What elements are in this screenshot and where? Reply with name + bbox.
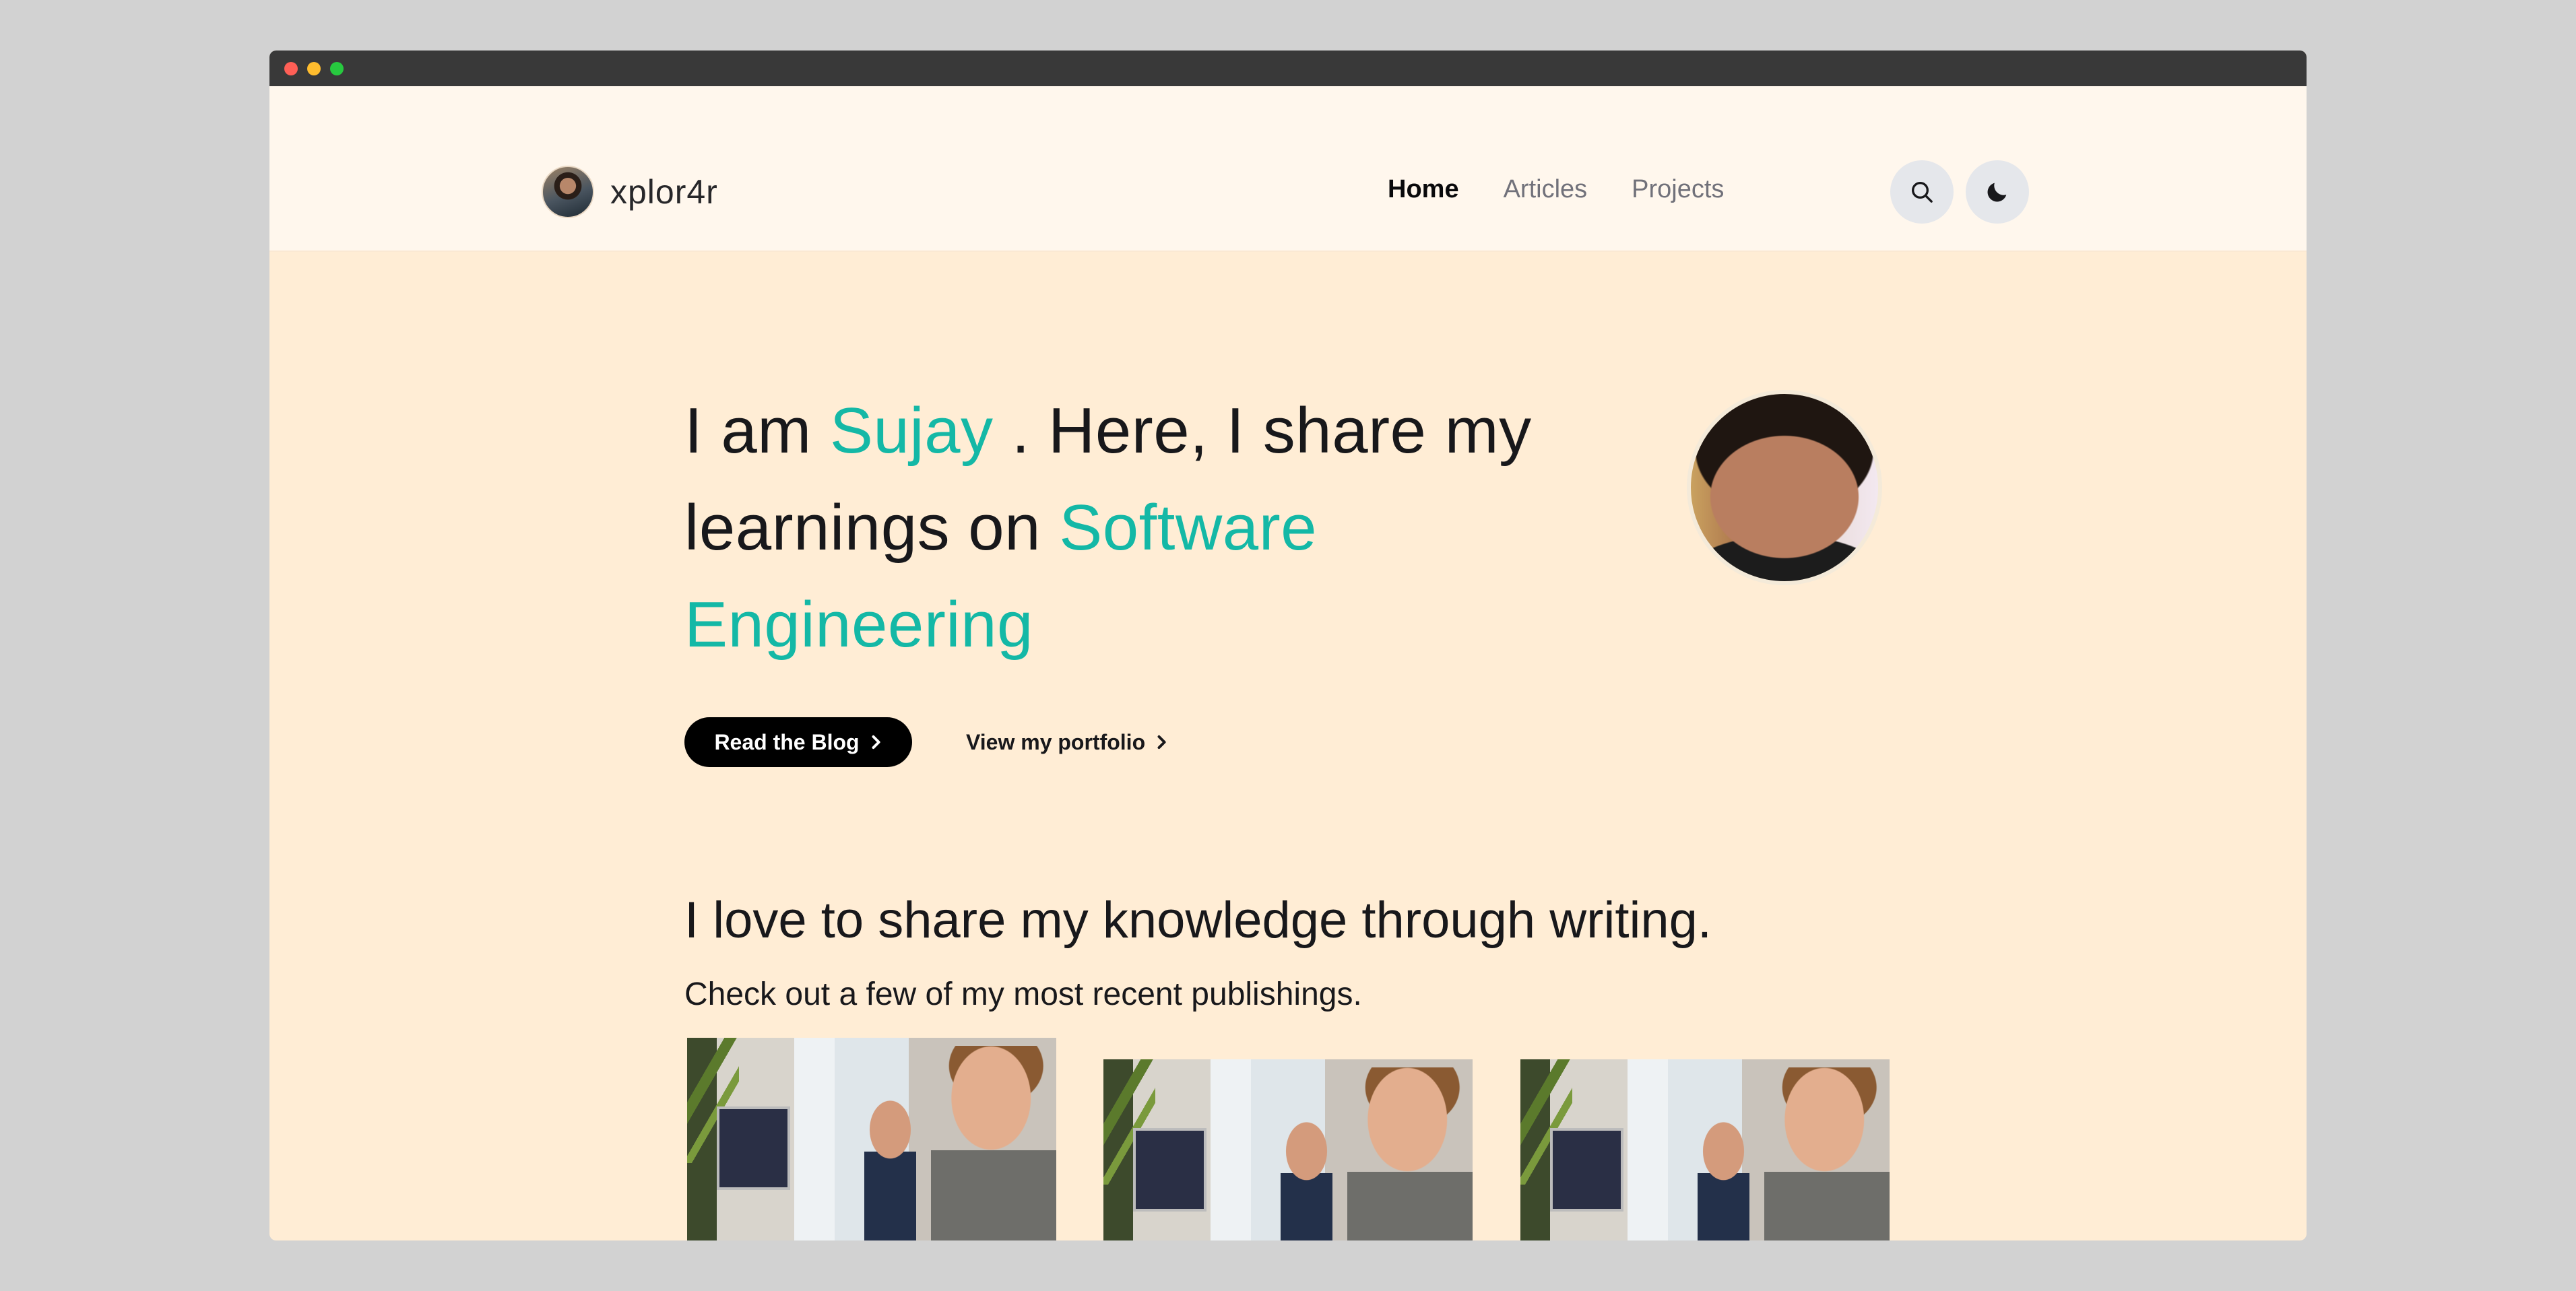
hero-heading-line-2: learnings on Software — [684, 491, 1317, 565]
brand-link[interactable]: xplor4r — [542, 163, 718, 221]
card-image-monitor — [716, 1106, 791, 1191]
profile-photo — [1687, 390, 1882, 585]
card-image-person — [930, 1046, 1056, 1240]
nav-link-articles[interactable]: Articles — [1504, 175, 1588, 204]
view-portfolio-label: View my portfolio — [966, 729, 1146, 754]
section-title: I love to share my knowledge through wri… — [684, 892, 1712, 949]
card-image-person — [864, 1100, 916, 1240]
hero-heading-line-3: Engineering — [684, 588, 1033, 662]
article-card-image[interactable] — [1103, 1059, 1473, 1240]
nav-links: Home Articles Projects — [1388, 175, 1768, 204]
nav-link-home[interactable]: Home — [1388, 175, 1459, 204]
card-image-person — [1698, 1122, 1749, 1240]
article-card-image[interactable] — [1520, 1059, 1890, 1240]
card-image-monitor — [1132, 1128, 1207, 1212]
nav-link-projects[interactable]: Projects — [1632, 175, 1724, 204]
hero-topic-accent: Software — [1059, 492, 1318, 564]
read-blog-button[interactable]: Read the Blog — [684, 717, 912, 767]
theme-toggle-button[interactable] — [1966, 160, 2029, 224]
view-portfolio-link[interactable]: View my portfolio — [966, 717, 1168, 767]
read-blog-label: Read the Blog — [714, 729, 860, 754]
hero-name-accent: Sujay — [829, 395, 994, 467]
card-image-person — [1281, 1122, 1332, 1240]
card-image-person — [1764, 1067, 1890, 1240]
page-content: xplor4r Home Articles Projects I am Suja… — [269, 51, 2307, 1240]
chevron-right-icon — [872, 735, 880, 750]
search-button[interactable] — [1890, 160, 1954, 224]
moon-icon — [1987, 183, 2007, 202]
card-image-monitor — [1549, 1128, 1624, 1212]
hero-text: learnings on — [684, 492, 1041, 564]
hero-topic-accent: Engineering — [684, 589, 1033, 661]
search-icon — [1912, 182, 1933, 203]
card-image-person — [1347, 1067, 1473, 1240]
hero-text: . Here, I share my — [1011, 395, 1532, 467]
brand-name: xplor4r — [610, 173, 718, 211]
article-card-image[interactable] — [687, 1038, 1056, 1240]
brand-avatar — [542, 166, 594, 218]
section-subtitle: Check out a few of my most recent publis… — [684, 976, 1362, 1012]
hero-heading-line-1: I am Sujay . Here, I share my — [684, 394, 1532, 468]
chevron-right-icon — [1157, 735, 1166, 750]
hero-text: I am — [684, 395, 812, 467]
navbar: xplor4r Home Articles Projects — [269, 86, 2307, 252]
